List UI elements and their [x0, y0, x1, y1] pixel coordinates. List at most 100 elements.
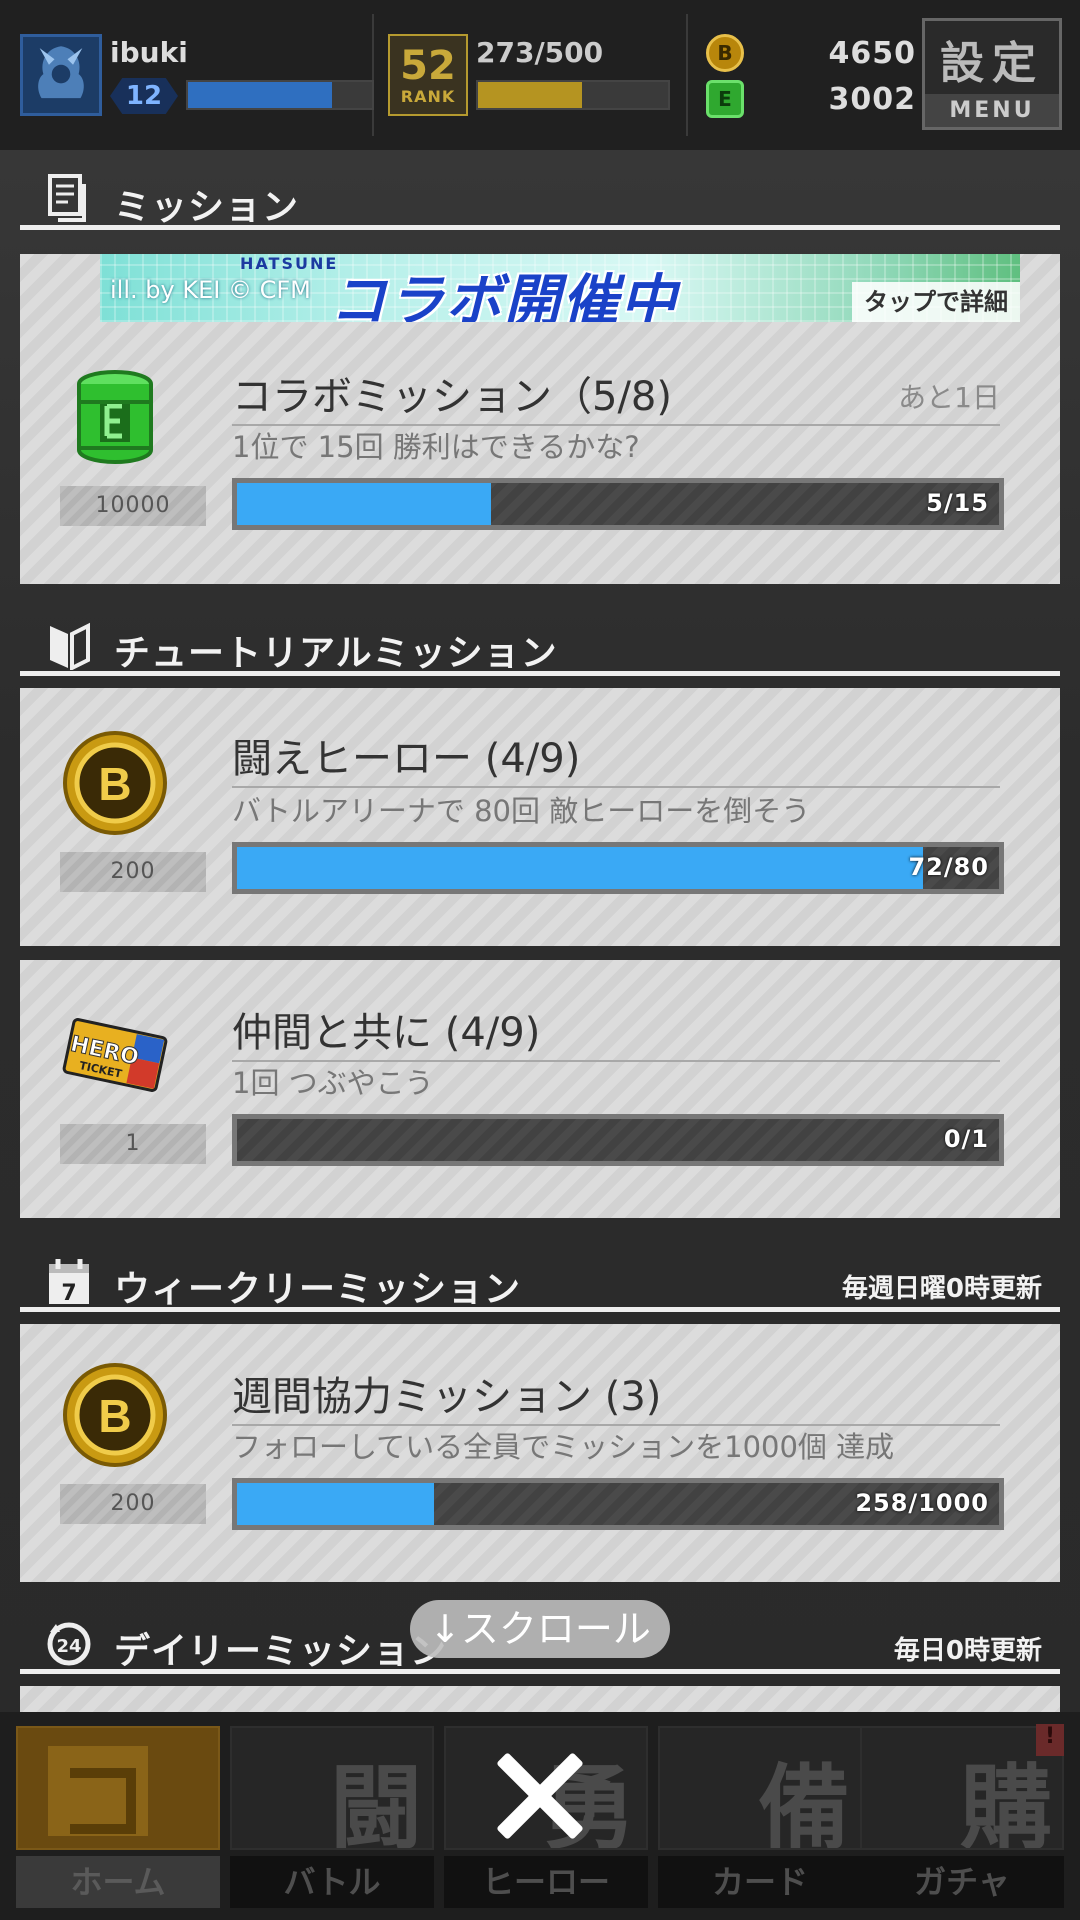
- mission-screen: ibuki 12 52 RANK 273/500 B 4650 E 3002 設…: [0, 0, 1080, 1920]
- reward: B 200: [60, 1360, 206, 1524]
- currency-panel: B 4650 E 3002: [700, 14, 920, 136]
- coin-icon: B: [63, 1363, 167, 1467]
- mission-card-collab[interactable]: HATSUNE ill. by KEI © CFM コラボ開催中 タップで詳細 …: [20, 254, 1060, 584]
- document-icon: [48, 174, 86, 222]
- svg-text:24: 24: [56, 1636, 81, 1657]
- banner-credit: ill. by KEI © CFM: [110, 276, 311, 304]
- mission-card[interactable]: HERO TICKET 1 仲間と共に (4/9) 1回 つぶやこう 0/1: [20, 960, 1060, 1218]
- nav-label: ガチャ: [860, 1856, 1064, 1908]
- menu-button[interactable]: 設定 MENU: [922, 18, 1062, 130]
- player-level-badge: 12: [110, 78, 178, 114]
- 24h-clock-icon: 24: [47, 1622, 91, 1666]
- section-refresh-note: 毎週日曜0時更新: [841, 1274, 1042, 1304]
- nav-home[interactable]: ホーム: [6, 1726, 230, 1910]
- coin-row: B 4650: [706, 32, 916, 76]
- section-title: ミッション: [114, 187, 300, 228]
- rank-badge: 52 RANK: [388, 34, 468, 116]
- rank-exp-fill: [478, 82, 582, 108]
- can-row: E 3002: [706, 78, 916, 122]
- progress-track: [237, 1119, 999, 1161]
- section-title: ウィークリーミッション: [114, 1269, 522, 1310]
- reward-amount: 200: [60, 852, 206, 892]
- mission-title: 仲間と共に (4/9): [232, 1000, 1000, 1062]
- mission-progress-bar: 0/1: [232, 1114, 1004, 1166]
- banner-detail-link[interactable]: タップで詳細: [852, 282, 1020, 322]
- player-exp-fill: [188, 82, 332, 108]
- reward: B 200: [60, 728, 206, 892]
- coin-value: 4650: [828, 36, 916, 71]
- mission-description: バトルアリーナで 80回 敵ヒーローを倒そう: [232, 794, 811, 828]
- svg-text:7: 7: [61, 1281, 76, 1306]
- nav-label: カード: [658, 1856, 862, 1908]
- mission-description: 1回 つぶやこう: [232, 1066, 434, 1100]
- section-title: チュートリアルミッション: [114, 633, 558, 674]
- rank-number: 52: [400, 42, 456, 89]
- coin-icon: B: [63, 731, 167, 835]
- banner-title: コラボ開催中: [330, 269, 678, 322]
- notification-badge: !: [1036, 1724, 1064, 1756]
- mission-time-remaining: あと1日: [898, 381, 1000, 414]
- mission-title: 闘えヒーロー (4/9): [232, 726, 1000, 788]
- nav-label: バトル: [230, 1856, 434, 1908]
- scroll-hint: ↓スクロール: [410, 1600, 670, 1658]
- mission-title: 週間協力ミッション (3): [232, 1364, 1000, 1426]
- nav-kanji: 闘: [329, 1755, 422, 1850]
- nav-gacha[interactable]: 購 ! ガチャ: [850, 1724, 1074, 1910]
- section-refresh-note: 毎日0時更新: [893, 1636, 1042, 1666]
- reward: HERO TICKET 1: [60, 1000, 206, 1164]
- mission-title: コラボミッション（5/8): [232, 364, 1000, 426]
- svg-text:B: B: [98, 758, 131, 810]
- coin-icon: B: [706, 34, 744, 72]
- progress-fill: [237, 1483, 434, 1525]
- return-arrow-icon: [48, 1746, 148, 1836]
- progress-fill: [237, 483, 491, 525]
- mission-progress-bar: 5/15: [232, 478, 1004, 530]
- rank-panel: 52 RANK 273/500: [388, 14, 688, 136]
- mission-card[interactable]: B 200 週間協力ミッション (3) フォローしている全員でミッションを100…: [20, 1324, 1060, 1582]
- progress-fill: [237, 847, 923, 889]
- gamepad-icon: 闘: [230, 1726, 434, 1850]
- player-panel[interactable]: ibuki 12: [14, 14, 374, 136]
- gacha-icon: 購: [860, 1726, 1064, 1850]
- section-title: デイリーミッション: [114, 1631, 448, 1672]
- mission-description: 1位で 15回 勝利はできるかな?: [232, 430, 640, 464]
- banner-subtitle: HATSUNE: [240, 254, 339, 273]
- nav-kanji: 備: [757, 1755, 850, 1850]
- progress-text: 0/1: [943, 1125, 989, 1153]
- can-icon: E: [706, 80, 744, 118]
- calendar-icon: 7: [49, 1259, 89, 1306]
- nav-card[interactable]: 備 カード: [648, 1726, 872, 1910]
- mission-description: フォローしている全員でミッションを1000個 達成: [232, 1430, 895, 1464]
- rank-exp-text: 273/500: [476, 36, 604, 69]
- reward-amount: 10000: [60, 486, 206, 526]
- menu-label: MENU: [925, 94, 1059, 127]
- mission-progress-bar: 72/80: [232, 842, 1004, 894]
- section-header-tutorial: チュートリアルミッション: [20, 616, 1060, 676]
- hero-silhouette-icon: [38, 46, 84, 99]
- can-icon: [77, 370, 153, 464]
- section-header-weekly: 7 ウィークリーミッション 毎週日曜0時更新: [20, 1252, 1060, 1312]
- nav-battle[interactable]: 闘 バトル: [220, 1726, 444, 1910]
- player-exp-bar: [186, 80, 374, 110]
- avatar[interactable]: [20, 34, 102, 116]
- reward: 10000: [60, 362, 206, 526]
- beginner-mark-icon: [50, 622, 90, 670]
- reward-amount: 200: [60, 1484, 206, 1524]
- can-value: 3002: [828, 82, 916, 117]
- reward-amount: 1: [60, 1124, 206, 1164]
- card-icon: 備: [658, 1726, 862, 1850]
- progress-text: 72/80: [908, 853, 989, 881]
- rank-exp-bar: [476, 80, 670, 110]
- player-name: ibuki: [110, 36, 188, 69]
- collab-banner[interactable]: HATSUNE ill. by KEI © CFM コラボ開催中 タップで詳細: [100, 254, 1020, 322]
- mission-card[interactable]: B 200 闘えヒーロー (4/9) バトルアリーナで 80回 敵ヒーローを倒そ…: [20, 688, 1060, 946]
- rank-label: RANK: [400, 86, 456, 106]
- progress-text: 258/1000: [855, 1489, 989, 1517]
- home-icon: [16, 1726, 220, 1850]
- hero-ticket-icon: HERO TICKET: [62, 1018, 168, 1092]
- nav-label: ヒーロー: [444, 1856, 648, 1908]
- svg-text:B: B: [98, 1390, 131, 1442]
- status-bar: ibuki 12 52 RANK 273/500 B 4650 E 3002 設…: [0, 0, 1080, 150]
- progress-text: 5/15: [926, 489, 989, 517]
- close-button[interactable]: [488, 1744, 592, 1848]
